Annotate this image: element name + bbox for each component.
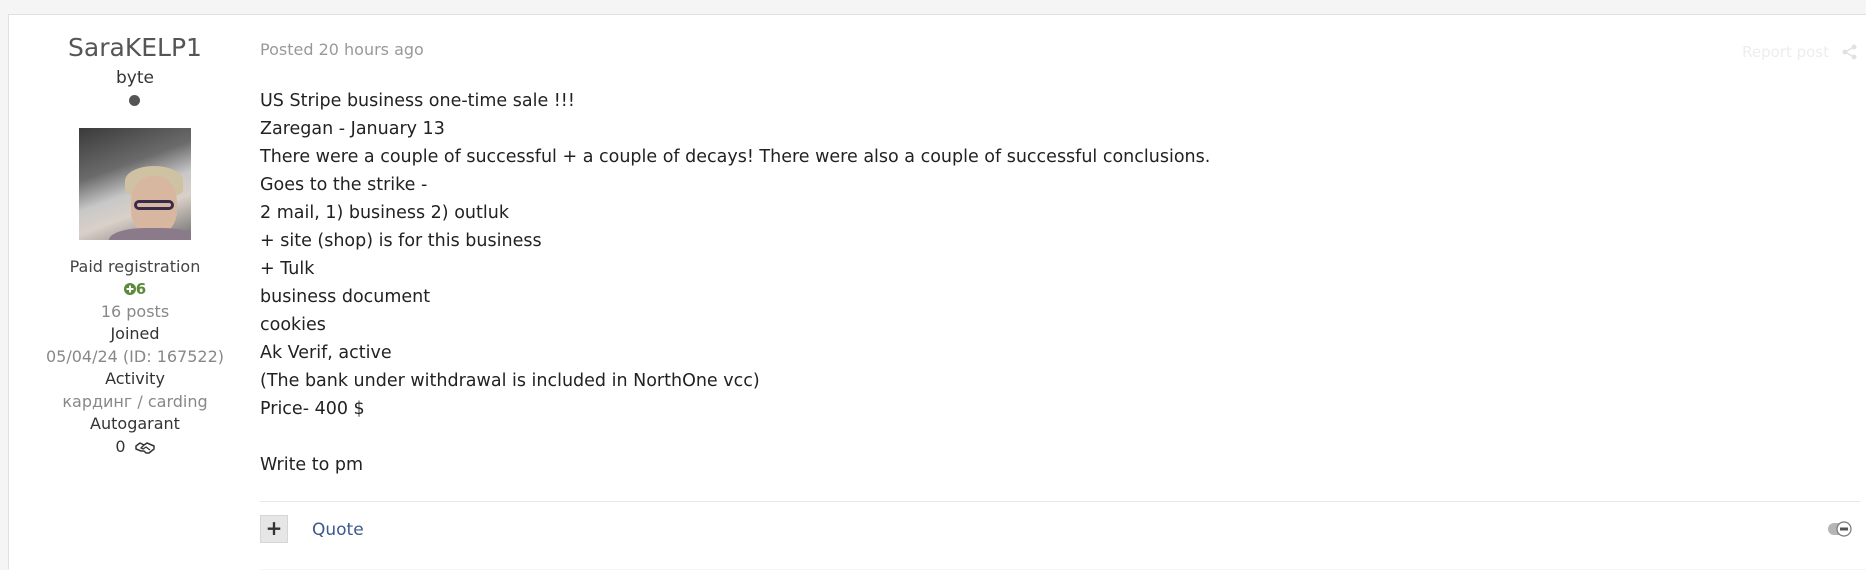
reputation-value: 6 [135,280,147,298]
author-group: Paid registration [69,257,201,276]
autogarant-value: 0 [115,437,126,456]
plus-circle-icon [123,283,136,295]
post-line: business document [260,287,431,307]
post-date: Posted 20 hours ago [260,40,424,59]
post-line: Goes to the strike - [260,175,428,195]
autogarant-field: 0 [9,437,261,456]
forum-post: SaraKELP1 byte Paid registration 6 16 po… [8,14,1866,570]
post-line [260,423,1210,451]
post-line: Zaregan - January 13 [260,119,445,139]
post-line: Ak Verif, active [260,343,392,363]
reputation-badge[interactable]: 6 [9,280,261,298]
post-line: + Tulk [260,259,315,279]
post-date-value[interactable]: 20 hours ago [319,40,424,59]
post-line: There were a couple of successful + a co… [260,147,1211,167]
autogarant-label: Autogarant [90,414,180,433]
offline-dot-icon [129,95,140,106]
post-line: (The bank under withdrawal is included i… [260,371,760,391]
author-rank: byte [116,68,154,88]
avatar-glasses [134,200,174,210]
post-line: + site (shop) is for this business [260,231,542,251]
activity-label: Activity [105,369,165,388]
joined-value: 05/04/24 (ID: 167522) [45,347,225,366]
post-body: US Stripe business one-time sale !!! Zar… [260,87,1210,479]
post-line: Price- 400 $ [260,399,365,419]
multiquote-plus-button[interactable]: + [260,515,288,543]
author-username[interactable]: SaraKELP1 [9,33,261,62]
avatar-shirt [109,228,191,240]
post-line: Write to pm [260,455,364,475]
author-panel: SaraKELP1 byte Paid registration 6 16 po… [9,15,261,570]
avatar[interactable] [79,128,191,240]
toggle-icon[interactable] [1827,520,1853,538]
report-post-link[interactable]: Report post [1742,43,1829,61]
post-content: Posted 20 hours ago Report post US Strip… [260,15,1866,570]
author-post-count: 16 posts [100,302,170,321]
quote-button[interactable]: Quote [312,520,364,540]
activity-value: кардинг / carding [62,392,208,411]
handshake-icon [134,442,155,454]
post-divider [260,501,1860,502]
joined-label: Joined [110,324,160,343]
post-line: cookies [260,315,326,335]
post-date-prefix: Posted [260,40,314,59]
post-line: US Stripe business one-time sale !!! [260,91,575,111]
share-icon[interactable] [1841,43,1859,61]
post-line: 2 mail, 1) business 2) outluk [260,203,509,223]
